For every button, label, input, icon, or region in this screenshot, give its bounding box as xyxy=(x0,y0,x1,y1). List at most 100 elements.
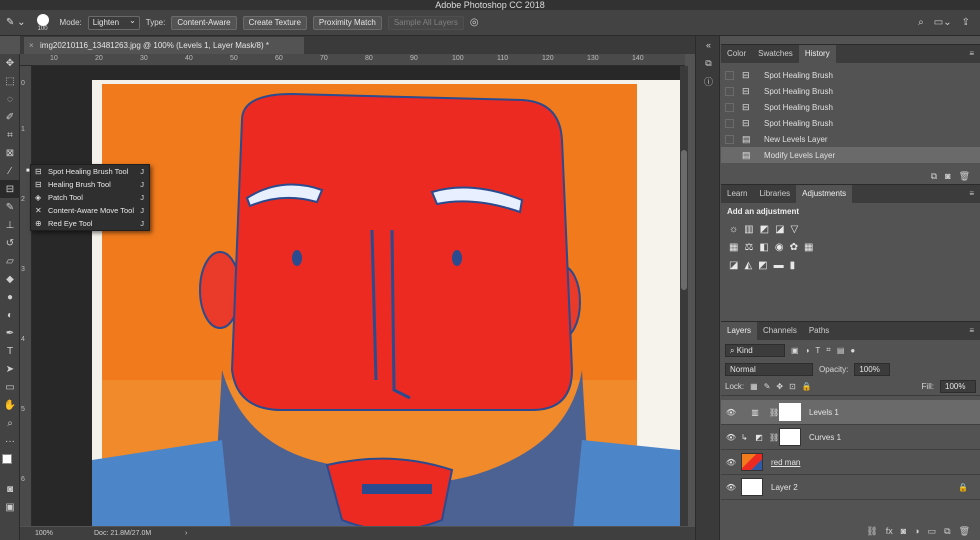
fx-icon[interactable]: fx xyxy=(886,526,893,536)
foreground-color[interactable] xyxy=(2,454,12,464)
photo-filter-icon[interactable]: ◉ xyxy=(775,242,784,253)
eye-icon[interactable]: 👁 xyxy=(721,458,741,467)
vibrance-icon[interactable]: ▽ xyxy=(791,224,799,235)
quick-mask-icon[interactable]: ◙ xyxy=(0,480,20,498)
collapse-icon[interactable]: « xyxy=(696,36,721,54)
type-tool-icon[interactable]: T xyxy=(0,342,20,360)
color-lookup-icon[interactable]: ▦ xyxy=(804,242,813,253)
posterize-icon[interactable]: ◭ xyxy=(744,260,752,271)
exposure-icon[interactable]: ◪ xyxy=(775,224,784,235)
filter-shape-icon[interactable]: ⌗ xyxy=(826,345,831,355)
eye-icon[interactable]: 👁 xyxy=(721,408,741,417)
quick-select-tool-icon[interactable]: ✐ xyxy=(0,108,20,126)
status-menu-icon[interactable]: › xyxy=(185,527,187,540)
workspace-icon[interactable]: ▭⌄ xyxy=(934,17,952,28)
link-layers-icon[interactable]: ⛓ xyxy=(866,526,877,537)
new-layer-icon[interactable]: ⧉ xyxy=(944,526,950,537)
filter-smart-icon[interactable]: ▤ xyxy=(837,346,845,355)
layer-thumbnail[interactable] xyxy=(741,453,763,471)
screen-mode-icon[interactable]: ▣ xyxy=(0,498,20,516)
filter-toggle-icon[interactable]: ● xyxy=(850,346,855,355)
mode-select[interactable]: Lighten xyxy=(87,15,140,30)
new-adjustment-icon[interactable]: ◑ xyxy=(914,526,919,536)
camera-icon[interactable]: ◙ xyxy=(945,171,950,181)
lock-position-icon[interactable]: ✥ xyxy=(776,382,783,391)
zoom-tool-icon[interactable]: ⌕ xyxy=(0,414,20,432)
vertical-scrollbar[interactable] xyxy=(680,66,688,526)
layer-name[interactable]: Levels 1 xyxy=(809,408,839,417)
brush-tool-icon[interactable]: ✎ xyxy=(0,198,20,216)
clone-stamp-tool-icon[interactable]: ⊥ xyxy=(0,216,20,234)
panel-menu-icon[interactable]: ≡ xyxy=(969,185,980,203)
rectangle-tool-icon[interactable]: ▭ xyxy=(0,378,20,396)
layer-row[interactable]: 👁 ▥ ⛓ Levels 1 xyxy=(721,400,980,425)
lock-pixels-icon[interactable]: ▦ xyxy=(750,382,758,391)
history-item[interactable]: ⊟ Spot Healing Brush xyxy=(721,67,980,83)
frame-tool-icon[interactable]: ⊠ xyxy=(0,144,20,162)
history-brush-tool-icon[interactable]: ↺ xyxy=(0,234,20,252)
threshold-icon[interactable]: ◩ xyxy=(758,260,767,271)
channel-mixer-icon[interactable]: ✿ xyxy=(790,242,798,253)
snapshot-box[interactable] xyxy=(725,150,734,160)
path-select-tool-icon[interactable]: ➤ xyxy=(0,360,20,378)
eraser-tool-icon[interactable]: ▱ xyxy=(0,252,20,270)
canvas-area[interactable] xyxy=(32,66,685,526)
snapshot-box[interactable] xyxy=(725,134,734,144)
black-white-icon[interactable]: ◧ xyxy=(759,242,768,253)
eyedropper-tool-icon[interactable]: ⁄ xyxy=(0,162,20,180)
history-panel-icon[interactable]: ⧉ xyxy=(696,54,721,72)
layer-mask-thumbnail[interactable] xyxy=(779,428,801,446)
layer-name[interactable]: red man xyxy=(771,458,800,467)
levels-icon[interactable]: ▥ xyxy=(744,224,753,235)
trash-icon[interactable]: 🗑 xyxy=(959,171,970,182)
lock-artboard-icon[interactable]: ⊡ xyxy=(789,382,796,391)
sample-all-layers-checkbox[interactable]: Sample All Layers xyxy=(387,15,464,30)
color-swatches[interactable] xyxy=(0,450,19,480)
pen-tool-icon[interactable]: ✒ xyxy=(0,324,20,342)
panel-menu-icon[interactable]: ≡ xyxy=(969,322,980,340)
paint-bucket-tool-icon[interactable]: ◆ xyxy=(0,270,20,288)
scrollbar-thumb[interactable] xyxy=(681,150,687,290)
tab-swatches[interactable]: Swatches xyxy=(752,45,799,63)
blur-tool-icon[interactable]: ● xyxy=(0,288,20,306)
new-group-icon[interactable]: ▭ xyxy=(928,526,937,537)
filter-pixel-icon[interactable]: ▣ xyxy=(791,346,799,355)
flyout-item-healing-brush[interactable]: ⊟ Healing Brush Tool J xyxy=(31,178,149,191)
snapshot-box[interactable] xyxy=(725,102,734,112)
selective-color-icon[interactable]: ▬ xyxy=(774,260,784,271)
pressure-icon[interactable]: ◎ xyxy=(470,17,479,28)
brush-picker[interactable]: 100 xyxy=(32,13,54,32)
gradient-map-icon[interactable]: ▮ xyxy=(790,260,796,271)
layer-row[interactable]: 👁 red man xyxy=(721,450,980,475)
fill-input[interactable]: 100% xyxy=(940,380,976,393)
search-icon[interactable]: ⌕ xyxy=(918,17,924,28)
blend-mode-select[interactable]: Normal xyxy=(725,362,813,376)
layer-name[interactable]: Layer 2 xyxy=(771,483,798,492)
layer-row[interactable]: 👁 ↳ ◩ ⛓ Curves 1 xyxy=(721,425,980,450)
color-balance-icon[interactable]: ⚖ xyxy=(744,242,753,253)
layer-row[interactable]: 👁 Layer 2 🔒 xyxy=(721,475,980,500)
add-mask-icon[interactable]: ◙ xyxy=(901,526,906,536)
lock-paint-icon[interactable]: ✎ xyxy=(764,382,771,391)
snapshot-box[interactable] xyxy=(725,86,734,96)
close-icon[interactable]: × xyxy=(29,37,34,54)
new-document-icon[interactable]: ⧉ xyxy=(931,171,937,182)
snapshot-box[interactable] xyxy=(725,118,734,128)
tab-channels[interactable]: Channels xyxy=(757,322,803,340)
tab-libraries[interactable]: Libraries xyxy=(753,185,796,203)
layer-mask-thumbnail[interactable] xyxy=(779,403,801,421)
hue-saturation-icon[interactable]: ▦ xyxy=(729,242,738,253)
move-tool-icon[interactable]: ✥ xyxy=(0,54,20,72)
doc-info[interactable]: Doc: 21.8M/27.0M xyxy=(94,527,151,540)
trash-icon[interactable]: 🗑 xyxy=(959,526,970,537)
tab-color[interactable]: Color xyxy=(721,45,752,63)
history-item[interactable]: ⊟ Spot Healing Brush xyxy=(721,99,980,115)
invert-icon[interactable]: ◪ xyxy=(729,260,738,271)
share-icon[interactable]: ⇪ xyxy=(962,17,970,28)
flyout-item-red-eye[interactable]: ⊕ Red Eye Tool J xyxy=(31,217,149,230)
history-item[interactable]: ▤ New Levels Layer xyxy=(721,131,980,147)
flyout-item-spot-healing[interactable]: ■ ⊟ Spot Healing Brush Tool J xyxy=(26,165,149,178)
curves-icon[interactable]: ◩ xyxy=(760,224,769,235)
tab-layers[interactable]: Layers xyxy=(721,322,758,340)
create-texture-button[interactable]: Create Texture xyxy=(242,15,307,30)
